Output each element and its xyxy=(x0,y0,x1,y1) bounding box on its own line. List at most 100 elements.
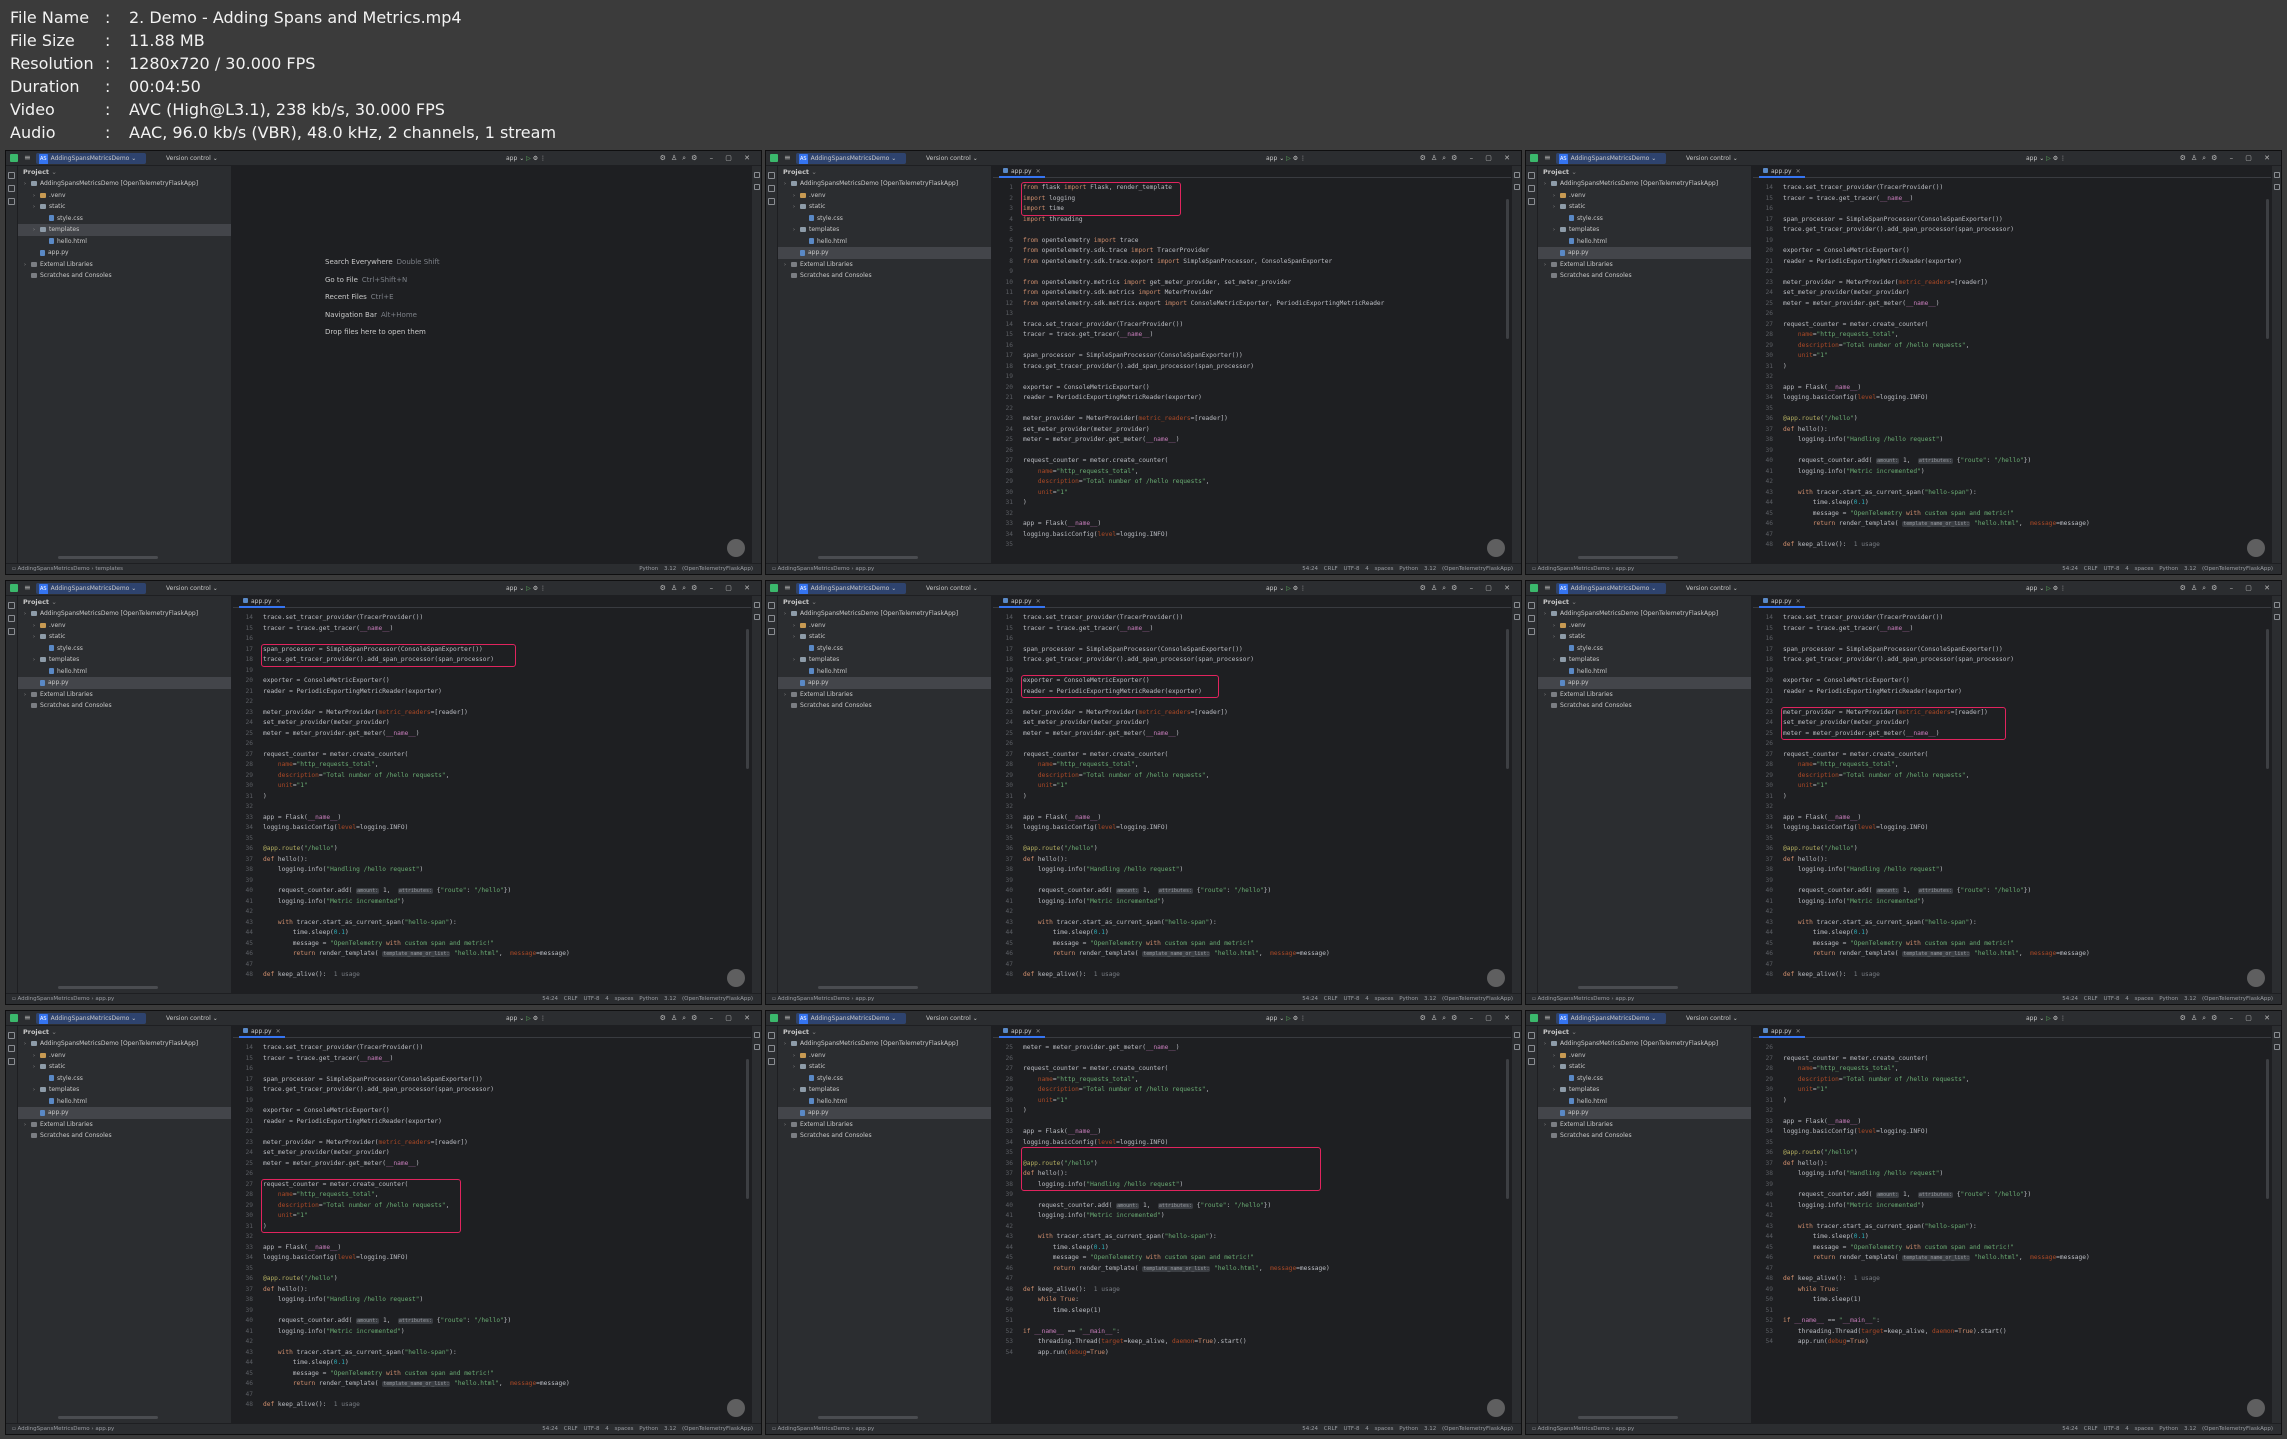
code-line[interactable]: 14 trace.set_tracer_provider(TracerProvid… xyxy=(246,613,743,624)
code-line[interactable]: 22 xyxy=(1766,267,2263,278)
code-line[interactable]: 52 if __name__ == "__main__": xyxy=(1766,1316,2263,1327)
hamburger-menu-icon[interactable]: ≡ xyxy=(784,153,791,163)
chevron-icon[interactable]: › xyxy=(33,632,40,643)
code-line[interactable]: 24 set_meter_provider(meter_provider) xyxy=(1006,425,1503,436)
code-line[interactable]: 27 request_counter = meter.create_counter… xyxy=(246,1180,743,1191)
code-line[interactable]: 45 message = "OpenTelemetry with custom … xyxy=(246,1369,743,1380)
code-line[interactable]: 22 xyxy=(1006,404,1503,415)
code-line[interactable]: 26 xyxy=(1766,1043,2263,1054)
panel-scrollbar[interactable] xyxy=(58,556,158,559)
code-editor[interactable]: 1 from flask import Flask, render_templat… xyxy=(993,179,1511,563)
tree-item-hello[interactable]: hello.html xyxy=(18,1096,231,1108)
code-line[interactable]: 33 app = Flask(__name__) xyxy=(1006,1127,1503,1138)
code-line[interactable]: 27 request_counter = meter.create_counter… xyxy=(1006,750,1503,761)
code-line[interactable]: 43 with tracer.start_as_current_span("he… xyxy=(1766,488,2263,499)
code-line[interactable]: 10 from opentelemetry.metrics import get_… xyxy=(1006,278,1503,289)
folder-icon[interactable] xyxy=(1528,1032,1535,1039)
code-line[interactable]: 24 set_meter_provider(meter_provider) xyxy=(1766,288,2263,299)
code-line[interactable]: 32 xyxy=(1006,509,1503,520)
code-line[interactable]: 9 xyxy=(1009,267,1503,278)
chevron-icon[interactable]: › xyxy=(1553,655,1560,666)
breadcrumb-project[interactable]: AddingSpansMetricsDemo xyxy=(777,996,849,1002)
structure-icon[interactable] xyxy=(8,1045,15,1052)
tree-item-app[interactable]: app.py xyxy=(18,247,231,259)
panel-scrollbar[interactable] xyxy=(58,986,158,989)
tab-app-py[interactable]: app.py ✕ xyxy=(999,596,1045,608)
code-line[interactable]: 28 name="http_requests_total", xyxy=(1006,467,1503,478)
code-line[interactable]: 36 @app.route("/hello") xyxy=(1006,1159,1503,1170)
code-line[interactable]: 4 import threading xyxy=(1009,215,1503,226)
code-line[interactable]: 26 xyxy=(1006,446,1503,457)
run-config[interactable]: app ⌄ ▷ ⚙ ⋮ xyxy=(506,153,546,164)
code-line[interactable]: 39 xyxy=(1766,446,2263,457)
structure-icon[interactable] xyxy=(768,1045,775,1052)
code-line[interactable]: 20 exporter = ConsoleMetricExporter() xyxy=(246,676,743,687)
code-area[interactable]: 14 trace.set_tracer_provider(TracerProvid… xyxy=(1006,613,1503,981)
folder-icon[interactable] xyxy=(8,172,15,179)
code-line[interactable]: 31) xyxy=(1006,1106,1503,1117)
code-line[interactable]: 27 request_counter = meter.create_counter… xyxy=(1006,1064,1503,1075)
code-line[interactable]: 30 unit="1" xyxy=(1766,781,2263,792)
code-line[interactable]: 20 exporter = ConsoleMetricExporter() xyxy=(1766,246,2263,257)
code-line[interactable]: 30 unit="1" xyxy=(1766,351,2263,362)
project-panel-header[interactable]: Project ⌄ xyxy=(778,166,991,178)
notifications-icon[interactable] xyxy=(753,602,760,608)
structure-icon[interactable] xyxy=(768,615,775,622)
code-line[interactable]: 20 exporter = ConsoleMetricExporter() xyxy=(1006,383,1503,394)
structure-icon[interactable] xyxy=(8,185,15,192)
code-line[interactable]: 24 set_meter_provider(meter_provider) xyxy=(1766,718,2263,729)
breadcrumb-item[interactable]: app.py xyxy=(95,996,114,1002)
code-line[interactable]: 44 time.sleep(0.1) xyxy=(246,1358,743,1369)
code-line[interactable]: 15 tracer = trace.get_tracer(__name__) xyxy=(1006,624,1503,635)
run-config[interactable]: app ⌄ ▷ ⚙ ⋮ xyxy=(2026,583,2066,594)
run-icon[interactable]: ▷ xyxy=(1286,155,1291,162)
code-line[interactable]: 40 request_counter.add( amount: 1, attri… xyxy=(1766,456,2263,467)
code-line[interactable]: 36 @app.route("/hello") xyxy=(246,844,743,855)
code-line[interactable]: 11 from opentelemetry.sdk.metrics import … xyxy=(1006,288,1503,299)
chevron-icon[interactable]: › xyxy=(24,1039,31,1050)
hamburger-menu-icon[interactable]: ≡ xyxy=(24,1013,31,1023)
tree-item-scratches[interactable]: Scratches and Consoles xyxy=(18,1130,231,1142)
code-line[interactable]: 30 unit="1" xyxy=(1006,1096,1503,1107)
code-line[interactable]: 37 def hello(): xyxy=(1006,1169,1503,1180)
run-icon[interactable]: ▷ xyxy=(2046,155,2051,162)
code-line[interactable]: 14 trace.set_tracer_provider(TracerProvid… xyxy=(1006,613,1503,624)
code-line[interactable]: 40 request_counter.add( amount: 1, attri… xyxy=(246,886,743,897)
code-editor[interactable]: 14 trace.set_tracer_provider(TracerProvid… xyxy=(1753,609,2271,993)
breadcrumb-item[interactable]: app.py xyxy=(855,1426,874,1432)
code-line[interactable]: 38 logging.info("Handling /hello request… xyxy=(1006,1180,1503,1191)
tree-item-style[interactable]: style.css xyxy=(1538,1073,1751,1085)
bookmarks-icon[interactable] xyxy=(1528,1058,1535,1065)
tree-item-templates[interactable]: › templates xyxy=(18,654,231,666)
code-line[interactable]: 19 xyxy=(1006,372,1503,383)
structure-icon[interactable] xyxy=(1528,615,1535,622)
panel-scrollbar[interactable] xyxy=(1578,1416,1678,1419)
tree-item-style[interactable]: style.css xyxy=(778,213,991,225)
code-line[interactable]: 33 app = Flask(__name__) xyxy=(1006,519,1503,530)
code-line[interactable]: 27 request_counter = meter.create_counter… xyxy=(1766,750,2263,761)
code-line[interactable]: 47 xyxy=(1006,1274,1503,1285)
tab-app-py[interactable]: app.py ✕ xyxy=(1759,596,1805,608)
code-line[interactable]: 26 xyxy=(1006,739,1503,750)
notifications-icon[interactable] xyxy=(753,172,760,178)
editor-scrollbar[interactable] xyxy=(2266,199,2269,339)
code-line[interactable]: 23 meter_provider = MeterProvider(metric_… xyxy=(1006,414,1503,425)
project-switcher[interactable]: AS AddingSpansMetricsDemo ⌄ xyxy=(796,1013,906,1024)
code-line[interactable]: 35 xyxy=(1766,834,2263,845)
bookmarks-icon[interactable] xyxy=(8,198,15,205)
tab-app-py[interactable]: app.py ✕ xyxy=(239,1026,285,1038)
folder-icon[interactable] xyxy=(768,172,775,179)
tree-item-libs[interactable]: › External Libraries xyxy=(18,1119,231,1131)
code-line[interactable]: 34 logging.basicConfig(level=logging.INFO… xyxy=(1006,1138,1503,1149)
code-line[interactable]: 23 meter_provider = MeterProvider(metric_… xyxy=(1766,278,2263,289)
notifications-icon[interactable] xyxy=(2273,602,2280,608)
code-line[interactable]: 34 logging.basicConfig(level=logging.INFO… xyxy=(1006,823,1503,834)
code-line[interactable]: 22 xyxy=(246,1127,743,1138)
code-line[interactable]: 32 xyxy=(1766,372,2263,383)
code-line[interactable]: 35 xyxy=(246,1264,743,1275)
code-line[interactable]: 20 exporter = ConsoleMetricExporter() xyxy=(1766,676,2263,687)
code-line[interactable]: 35 xyxy=(1006,834,1503,845)
code-line[interactable]: 48 def keep_alive(): 1 usage xyxy=(1766,1274,2263,1285)
editor-scrollbar[interactable] xyxy=(746,1059,749,1199)
code-line[interactable]: 29 description="Total number of /hello r… xyxy=(1006,477,1503,488)
